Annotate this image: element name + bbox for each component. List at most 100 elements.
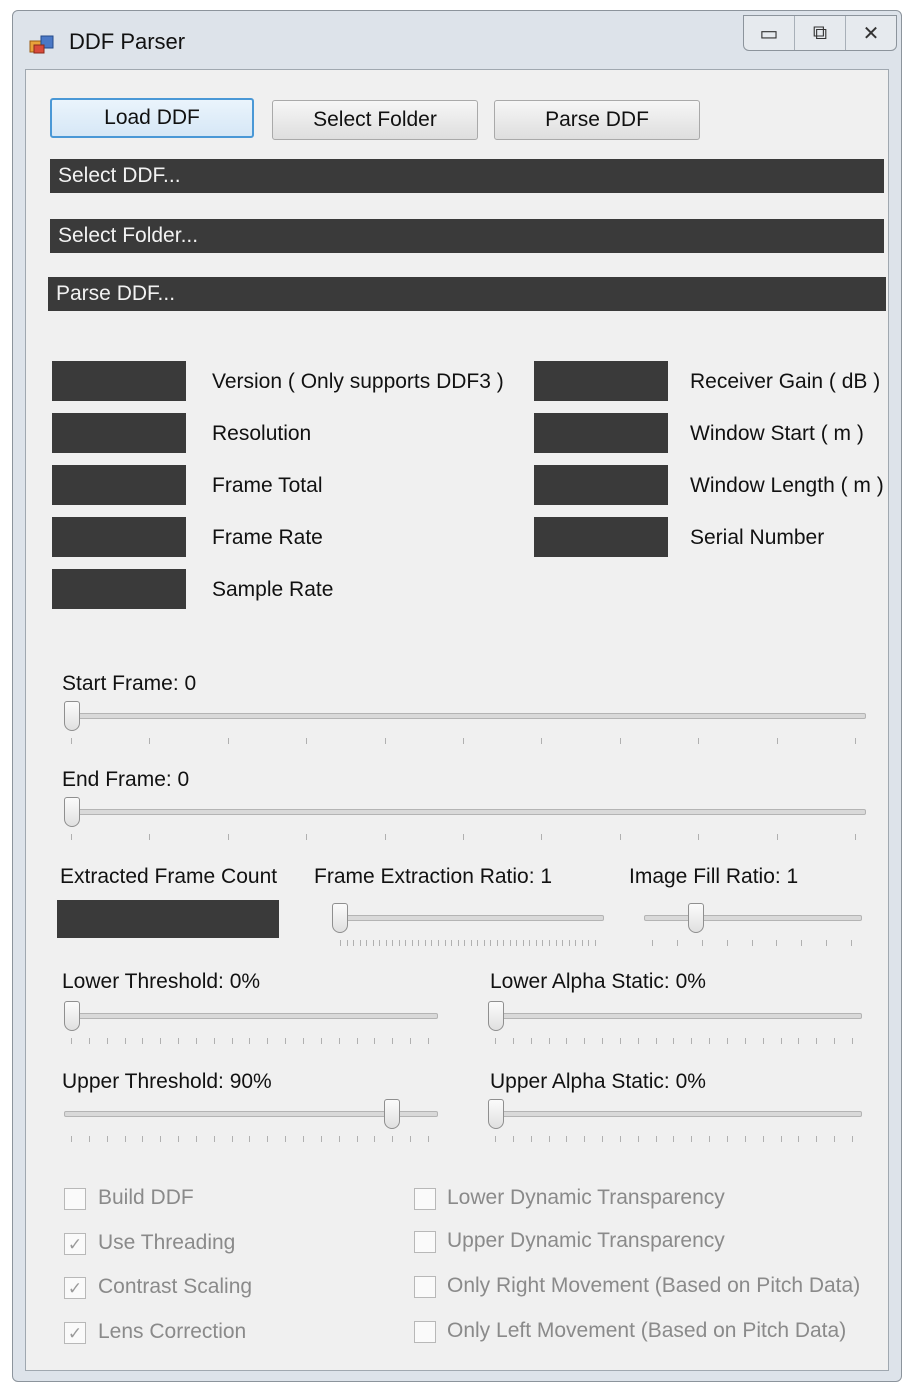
maximize-button[interactable]: ⧉ <box>794 16 845 50</box>
tick-mark <box>726 1038 728 1044</box>
tick-mark <box>320 1136 322 1142</box>
tick-mark <box>673 1136 675 1142</box>
use-threading-checkbox[interactable]: ✓ <box>64 1233 86 1255</box>
contrast-scaling-label: Contrast Scaling <box>98 1275 253 1298</box>
lower-dynamic-transparency-checkbox[interactable] <box>414 1188 436 1210</box>
tick-mark <box>726 1136 728 1142</box>
minimize-button[interactable]: ▭ <box>744 16 794 50</box>
tick-mark <box>374 1038 376 1044</box>
serial-number-label: Serial Number <box>690 526 825 549</box>
tick-mark <box>470 940 472 946</box>
upper-alpha-static-slider-thumb[interactable] <box>488 1099 504 1129</box>
end-frame-ticks <box>71 834 856 840</box>
tick-mark <box>798 1136 800 1142</box>
tick-mark <box>340 940 341 946</box>
frame-extraction-ratio-slider-thumb[interactable] <box>332 903 348 933</box>
start-frame-track <box>64 713 866 719</box>
image-fill-ratio-ticks <box>652 940 852 946</box>
caption-buttons: ▭ ⧉ ✕ <box>743 15 897 51</box>
tick-mark <box>356 1038 358 1044</box>
tick-mark <box>691 1038 693 1044</box>
image-fill-ratio-slider-thumb[interactable] <box>688 903 704 933</box>
frame-rate-value <box>52 517 186 557</box>
tick-mark <box>495 1136 496 1142</box>
tick-mark <box>106 1136 108 1142</box>
tick-mark <box>384 834 386 840</box>
window-start-label: Window Start ( m ) <box>690 422 864 445</box>
tick-mark <box>548 1136 550 1142</box>
tick-mark <box>490 940 492 946</box>
end-frame-track <box>64 809 866 815</box>
select-folder-button[interactable]: Select Folder <box>272 100 478 140</box>
tick-mark <box>88 1136 90 1142</box>
window-length-value <box>534 465 668 505</box>
lower-alpha-static-slider-thumb[interactable] <box>488 1001 504 1031</box>
start-frame-ticks <box>71 738 856 744</box>
tick-mark <box>178 1038 180 1044</box>
tick-mark <box>392 1038 394 1044</box>
tick-mark <box>124 1136 126 1142</box>
tick-mark <box>549 940 550 946</box>
checkmark-icon: ✓ <box>67 1234 83 1254</box>
checkmark-icon: ✓ <box>67 1278 83 1298</box>
upper-threshold-ticks <box>71 1136 429 1142</box>
tick-mark <box>529 940 531 946</box>
contrast-scaling-checkbox[interactable]: ✓ <box>64 1277 86 1299</box>
tick-mark <box>71 738 72 744</box>
extracted-frame-count-label: Extracted Frame Count <box>60 865 278 888</box>
use-threading-label: Use Threading <box>98 1231 236 1254</box>
lower-threshold-slider-thumb[interactable] <box>64 1001 80 1031</box>
version-label: Version ( Only supports DDF3 ) <box>212 370 504 393</box>
upper-dynamic-transparency-checkbox[interactable] <box>414 1231 436 1253</box>
tick-mark <box>160 1136 162 1142</box>
load-ddf-button[interactable]: Load DDF <box>50 98 254 138</box>
tick-mark <box>776 738 778 744</box>
tick-mark <box>851 1136 853 1142</box>
tick-mark <box>541 834 543 840</box>
only-left-movement-checkbox[interactable] <box>414 1321 436 1343</box>
close-icon: ✕ <box>862 22 880 45</box>
tick-mark <box>744 1136 746 1142</box>
only-left-movement-label: Only Left Movement (Based on Pitch Data) <box>447 1319 847 1342</box>
title-bar[interactable]: DDF Parser ▭ ⧉ ✕ <box>13 11 901 69</box>
lens-correction-checkbox[interactable]: ✓ <box>64 1322 86 1344</box>
start-frame-label: Start Frame: 0 <box>62 672 197 695</box>
upper-dynamic-transparency-label: Upper Dynamic Transparency <box>447 1229 725 1252</box>
tick-mark <box>602 1136 604 1142</box>
lower-threshold-track <box>64 1013 438 1019</box>
window-title: DDF Parser <box>69 29 186 54</box>
tick-mark <box>691 1136 693 1142</box>
tick-mark <box>411 940 413 946</box>
end-frame-label: End Frame: 0 <box>62 768 190 791</box>
tick-mark <box>726 940 728 946</box>
start-frame-slider-thumb[interactable] <box>64 701 80 731</box>
lens-correction-label: Lens Correction <box>98 1320 247 1343</box>
lower-dynamic-transparency-label: Lower Dynamic Transparency <box>447 1186 725 1209</box>
close-button[interactable]: ✕ <box>845 16 896 50</box>
tick-mark <box>816 1038 818 1044</box>
upper-alpha-static-track <box>488 1111 862 1117</box>
only-right-movement-checkbox[interactable] <box>414 1276 436 1298</box>
upper-threshold-track <box>64 1111 438 1117</box>
tick-mark <box>392 1136 394 1142</box>
tick-mark <box>431 940 433 946</box>
tick-mark <box>542 940 544 946</box>
build-ddf-checkbox[interactable] <box>64 1188 86 1210</box>
tick-mark <box>541 738 543 744</box>
parse-ddf-status: Parse DDF... <box>48 277 886 311</box>
tick-mark <box>854 738 856 744</box>
maximize-icon: ⧉ <box>812 21 828 44</box>
parse-ddf-button[interactable]: Parse DDF <box>494 100 700 140</box>
tick-mark <box>584 1038 586 1044</box>
lower-alpha-static-ticks <box>495 1038 853 1044</box>
upper-threshold-slider-thumb[interactable] <box>384 1099 401 1129</box>
tick-mark <box>462 738 464 744</box>
tick-mark <box>594 940 596 946</box>
tick-mark <box>405 940 407 946</box>
tick-mark <box>709 1136 711 1142</box>
tick-mark <box>338 1038 340 1044</box>
window-start-value <box>534 413 668 453</box>
sample-rate-label: Sample Rate <box>212 578 334 601</box>
tick-mark <box>776 834 778 840</box>
end-frame-slider-thumb[interactable] <box>64 797 80 827</box>
